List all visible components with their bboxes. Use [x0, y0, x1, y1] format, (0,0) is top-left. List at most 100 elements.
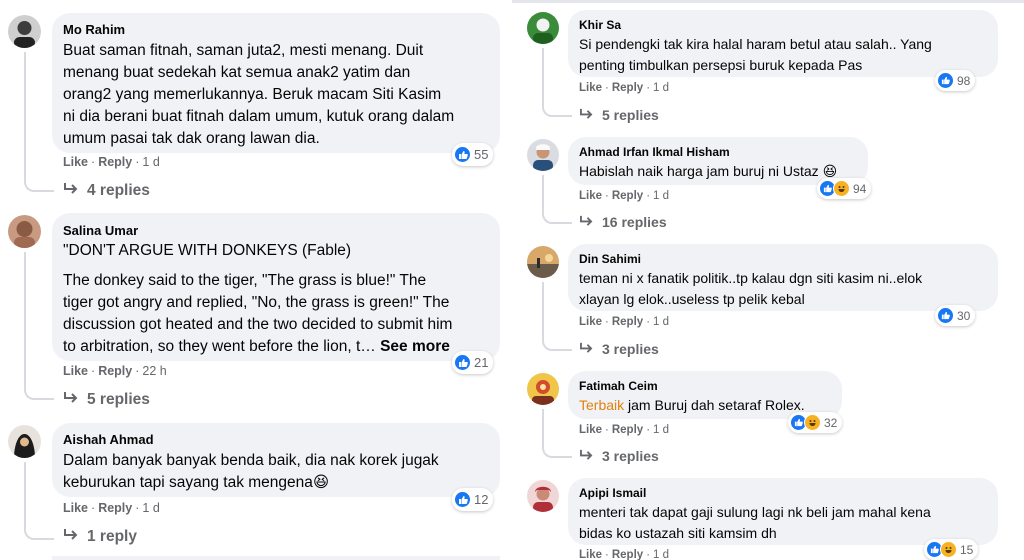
thread-line	[24, 252, 54, 400]
comment-author[interactable]: Mo Rahim	[63, 22, 125, 37]
like-icon	[937, 72, 954, 89]
avatar[interactable]	[8, 15, 41, 48]
reaction-count: 94	[853, 181, 867, 196]
avatar[interactable]	[527, 12, 559, 44]
reaction-count: 98	[957, 73, 971, 88]
comment-timestamp[interactable]: 1 d	[653, 316, 669, 328]
comment-text: Dalam banyak banyak benda baik, dia nak …	[63, 452, 439, 491]
comment-timestamp[interactable]: 1 d	[653, 82, 669, 94]
thread-line	[542, 409, 572, 458]
reaction-count: 32	[824, 415, 838, 430]
comment-text: menteri tak dapat gaji sulung lagi nk be…	[579, 504, 931, 541]
avatar[interactable]	[527, 139, 559, 171]
reaction-count: 55	[474, 147, 489, 162]
like-link[interactable]: Like	[63, 155, 88, 169]
comment-actions: Like · Reply · 1 d	[579, 424, 670, 436]
reply-link[interactable]: Reply	[612, 424, 643, 436]
comment-author[interactable]: Salina Umar	[63, 223, 138, 238]
reply-arrow-icon	[63, 528, 79, 546]
like-link[interactable]: Like	[63, 364, 88, 378]
reply-link[interactable]: Reply	[98, 155, 132, 169]
reply-link[interactable]: Reply	[98, 364, 132, 378]
comment-timestamp[interactable]: 1 d	[142, 501, 159, 515]
comment-actions: Like · Reply · 1 d	[579, 549, 670, 560]
view-replies-link[interactable]: 3 replies	[579, 341, 659, 357]
reply-link[interactable]: Reply	[612, 190, 643, 202]
thread-line	[542, 175, 572, 224]
comment-text: Buat saman fitnah, saman juta2, mesti me…	[63, 42, 455, 147]
comment-text: teman ni x fanatik politik..tp kalau dgn…	[579, 270, 923, 307]
view-replies-link[interactable]: 3 replies	[579, 448, 659, 464]
next-comment-edge	[52, 556, 500, 560]
comment-author[interactable]: Apipi Ismail	[579, 486, 646, 500]
reaction-summary[interactable]: 12	[452, 488, 494, 511]
comment-actions: Like · Reply · 22 h	[63, 364, 167, 378]
like-link[interactable]: Like	[63, 501, 88, 515]
reaction-count: 30	[957, 308, 971, 323]
reply-link[interactable]: Reply	[612, 316, 643, 328]
view-replies-link[interactable]: 5 replies	[579, 107, 659, 123]
avatar[interactable]	[527, 246, 559, 278]
reaction-count: 12	[474, 492, 489, 507]
reply-arrow-icon	[579, 214, 594, 230]
avatar[interactable]	[8, 215, 41, 248]
comment-text: Si pendengki tak kira halal haram betul …	[579, 36, 932, 73]
comment-timestamp[interactable]: 22 h	[142, 364, 166, 378]
reply-arrow-icon	[579, 448, 594, 464]
haha-icon	[940, 541, 957, 558]
comment-timestamp[interactable]: 1 d	[653, 549, 669, 560]
comment-text: "DON'T ARGUE WITH DONKEYS (Fable) The do…	[63, 242, 453, 355]
comments-column-right: Khir Sa Si pendengki tak kira halal hara…	[512, 0, 1024, 560]
haha-icon	[804, 414, 821, 431]
view-replies-link[interactable]: 5 replies	[63, 391, 150, 409]
reply-arrow-icon	[579, 341, 594, 357]
reaction-summary[interactable]: 32	[788, 412, 843, 433]
reaction-summary[interactable]: 30	[935, 305, 976, 326]
comment-actions: Like · Reply · 1 d	[63, 501, 160, 515]
avatar[interactable]	[8, 425, 41, 458]
comment-author[interactable]: Khir Sa	[579, 18, 621, 32]
like-icon	[937, 307, 954, 324]
reaction-summary[interactable]: 98	[935, 70, 976, 91]
comment-actions: Like · Reply · 1 d	[579, 316, 670, 328]
comment-timestamp[interactable]: 1 d	[142, 155, 159, 169]
comment-author[interactable]: Din Sahimi	[579, 252, 641, 266]
reply-link[interactable]: Reply	[98, 501, 132, 515]
see-more-link[interactable]: See more	[380, 338, 450, 355]
highlighted-text: Terbaik	[579, 397, 625, 413]
reply-link[interactable]: Reply	[612, 82, 643, 94]
avatar[interactable]	[527, 373, 559, 405]
comments-column-left: Mo Rahim Buat saman fitnah, saman juta2,…	[0, 0, 508, 560]
like-link[interactable]: Like	[579, 190, 602, 202]
like-link[interactable]: Like	[579, 316, 602, 328]
reaction-summary[interactable]: 15	[924, 539, 979, 560]
comment-author[interactable]: Aishah Ahmad	[63, 432, 154, 447]
like-link[interactable]: Like	[579, 549, 602, 560]
reaction-summary[interactable]: 55	[452, 143, 494, 166]
comment-author[interactable]: Ahmad Irfan Ikmal Hisham	[579, 145, 730, 159]
reply-arrow-icon	[63, 182, 79, 200]
reaction-summary[interactable]: 21	[452, 351, 494, 374]
reaction-count: 15	[960, 542, 974, 557]
thread-line	[24, 462, 54, 540]
comment-author[interactable]: Fatimah Ceim	[579, 379, 658, 393]
comment-actions: Like · Reply · 1 d	[579, 82, 670, 94]
comment-actions: Like · Reply · 1 d	[579, 190, 670, 202]
reaction-count: 21	[474, 355, 489, 370]
comment-timestamp[interactable]: 1 d	[653, 190, 669, 202]
like-link[interactable]: Like	[579, 424, 602, 436]
reaction-summary[interactable]: 94	[817, 178, 872, 199]
comment-timestamp[interactable]: 1 d	[653, 424, 669, 436]
view-replies-link[interactable]: 4 replies	[63, 182, 150, 200]
thread-line	[24, 52, 54, 192]
view-replies-link[interactable]: 16 replies	[579, 214, 667, 230]
like-icon	[454, 491, 471, 508]
haha-icon	[833, 180, 850, 197]
like-icon	[454, 354, 471, 371]
avatar[interactable]	[527, 480, 559, 512]
like-link[interactable]: Like	[579, 82, 602, 94]
reply-arrow-icon	[579, 107, 594, 123]
reply-link[interactable]: Reply	[612, 549, 643, 560]
view-replies-link[interactable]: 1 reply	[63, 528, 137, 546]
like-icon	[454, 146, 471, 163]
